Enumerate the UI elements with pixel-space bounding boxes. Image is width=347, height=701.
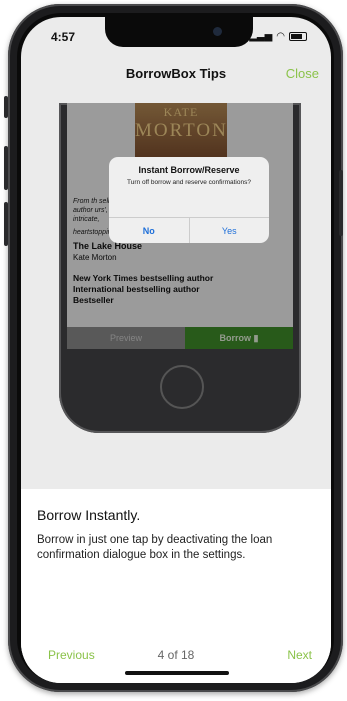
power-button — [339, 170, 343, 236]
alert-title: Instant Borrow/Reserve — [138, 165, 240, 175]
page-title: BorrowBox Tips — [125, 66, 227, 81]
status-time: 4:57 — [51, 30, 76, 44]
page-counter: 4 of 18 — [157, 648, 195, 662]
tip-title: Borrow Instantly. — [37, 507, 141, 523]
phone-mockup-image: KATE MORTON From th selling author urs',… — [59, 103, 301, 433]
volume-up-button — [4, 146, 8, 190]
home-indicator[interactable] — [125, 671, 229, 675]
home-button-icon — [160, 365, 204, 409]
status-icons: ▂▃▅ ◠ — [249, 31, 307, 42]
wifi-icon: ◠ — [276, 31, 285, 42]
notch — [105, 17, 253, 47]
tip-description: Borrow in just one tap by deactivating t… — [37, 534, 273, 561]
camera-icon — [213, 27, 222, 36]
signal-icon: ▂▃▅ — [249, 31, 273, 42]
battery-icon — [289, 32, 307, 41]
next-button[interactable]: Next — [287, 648, 312, 662]
alert-message: Turn off borrow and reserve confirmation… — [127, 179, 251, 186]
alert-buttons: No Yes — [109, 217, 269, 243]
tip-panel: Borrow Instantly. Borrow in just one tap… — [21, 489, 331, 683]
volume-down-button — [4, 202, 8, 246]
device-screen: 4:57 ▂▃▅ ◠ BorrowBox Tips Close KATE MOR… — [21, 17, 331, 683]
alert-no-button: No — [109, 218, 190, 243]
nav-bar: BorrowBox Tips Close — [21, 53, 331, 91]
mute-switch — [4, 96, 8, 118]
close-button[interactable]: Close — [286, 66, 319, 81]
alert-yes-button: Yes — [221, 226, 237, 236]
alert-dialog: Instant Borrow/Reserve Turn off borrow a… — [109, 157, 269, 243]
